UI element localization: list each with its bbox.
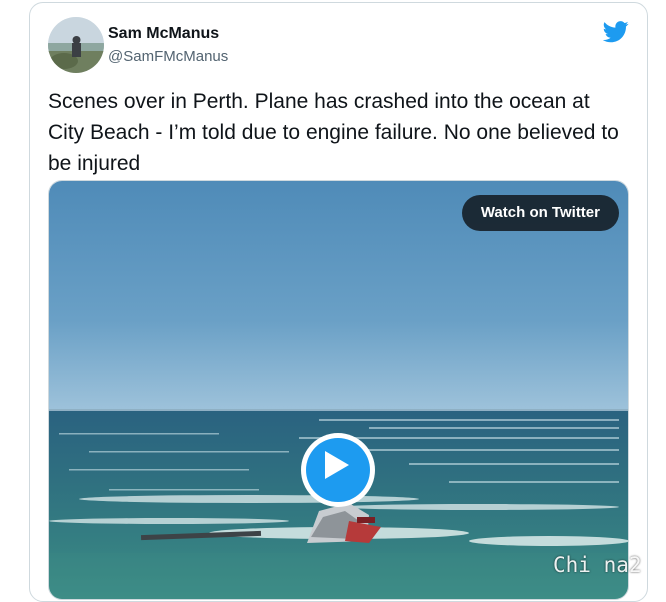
avatar-photo: [48, 17, 104, 73]
tweet-card[interactable]: Sam McManus @SamFMcManus Scenes over in …: [29, 2, 648, 602]
video-media[interactable]: Watch on Twitter: [48, 180, 629, 600]
play-button[interactable]: [301, 433, 375, 507]
play-icon: [325, 451, 349, 479]
tweet-text: Scenes over in Perth. Plane has crashed …: [48, 90, 619, 175]
watermark-text: Chi na2: [553, 553, 642, 577]
twitter-bird-icon[interactable]: [603, 21, 629, 43]
beach-video-thumbnail: [49, 181, 628, 599]
watch-on-twitter-button[interactable]: Watch on Twitter: [461, 195, 619, 231]
author-name[interactable]: Sam McManus: [108, 25, 219, 43]
author-handle[interactable]: @SamFMcManus: [108, 48, 228, 65]
avatar[interactable]: [48, 17, 104, 73]
